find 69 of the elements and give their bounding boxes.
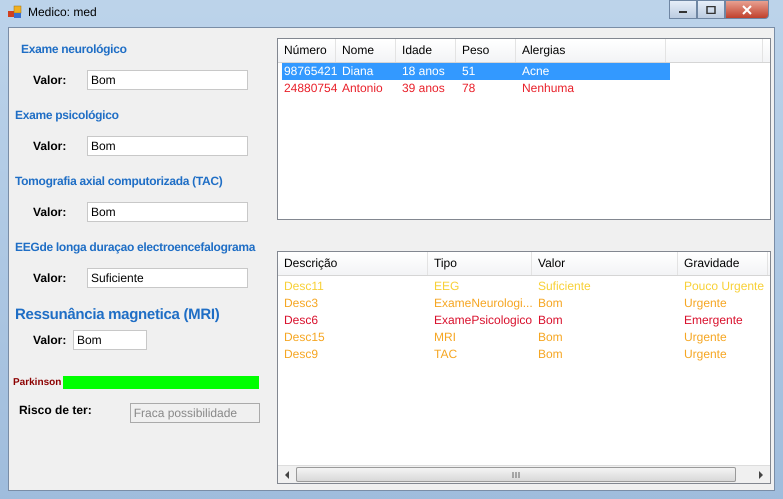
table-cell-text: Desc6 (283, 312, 320, 329)
section-heading: Exame neurológico (20, 42, 127, 56)
table-cell-text: Nenhuma (521, 80, 576, 97)
table-cell-text: Suficiente (537, 278, 592, 295)
window-title: Medico: med (28, 4, 97, 20)
minimize-button[interactable] (669, 0, 697, 19)
column-header[interactable]: Alergias (516, 39, 666, 62)
table-row[interactable]: 24880754 Antonio 39 anos 78 Nenhuma (282, 80, 670, 97)
table-cell-text: Urgente (683, 295, 728, 312)
table-cell-text: Desc15 (283, 329, 326, 346)
section-heading: EEGde longa duraçao electroencefalograma (14, 240, 256, 254)
table-cell-text: 39 anos (401, 80, 446, 97)
table-cell-text: MRI (433, 329, 457, 346)
column-header[interactable]: Gravidade (678, 252, 768, 275)
table-cell-text: Acne (521, 63, 550, 80)
maximize-button[interactable] (697, 0, 725, 19)
table-cell-text: ExamePsicologico (433, 312, 534, 329)
table-cell-text: Desc3 (283, 295, 320, 312)
risk-label: Risco de ter: (19, 403, 92, 417)
table-cell-text: 98765421 (283, 63, 338, 80)
disease-label: Parkinson (13, 377, 62, 388)
table-cell-text: Antonio (341, 80, 384, 97)
table-cell-text: 78 (461, 80, 476, 97)
table-cell-text: ExameNeurologi... (433, 295, 534, 312)
table-cell-text: Bom (537, 295, 564, 312)
section-heading: Ressunância magnetica (MRI) (14, 306, 220, 323)
column-header[interactable]: Tipo (428, 252, 532, 275)
close-button[interactable] (725, 0, 769, 19)
section-heading: Tomografia axial computorizada (TAC) (14, 174, 222, 188)
table-cell-text: Desc11 (283, 278, 325, 295)
table-cell-text: 24880754 (283, 80, 338, 97)
table-cell-text: 18 anos (401, 63, 446, 80)
scroll-left-icon[interactable] (284, 470, 290, 478)
value-field[interactable]: Bom (73, 330, 147, 350)
table-cell-text: EEG (433, 278, 460, 295)
table-cell-text: TAC (433, 346, 458, 363)
section-heading: Exame psicológico (14, 108, 119, 122)
value-field[interactable]: Bom (87, 70, 248, 90)
table-cell-text: Pouco Urgente (683, 278, 766, 295)
column-header[interactable]: Descrição (278, 252, 428, 275)
close-icon (742, 4, 752, 14)
table-cell-text: Bom (537, 346, 564, 363)
field-label: Valor: (33, 73, 68, 87)
table-cell-text: Emergente (683, 312, 744, 329)
column-header[interactable]: Nome (336, 39, 396, 62)
table-cell-text: Diana (341, 63, 374, 80)
value-field[interactable]: Bom (87, 202, 248, 222)
column-header[interactable]: Idade (396, 39, 456, 62)
column-header[interactable]: Número (278, 39, 336, 62)
scroll-right-icon[interactable] (758, 470, 764, 478)
value-field[interactable]: Bom (87, 136, 248, 156)
table-row[interactable]: Desc6 ExamePsicologico Bom Emergente (280, 312, 770, 329)
scroll-thumb[interactable] (296, 467, 736, 482)
horizontal-scrollbar[interactable] (278, 465, 770, 483)
value-field[interactable]: Suficiente (87, 268, 248, 288)
table-cell-text: Urgente (683, 329, 728, 346)
table-cell-text: Urgente (683, 346, 728, 363)
field-label: Valor: (33, 205, 68, 219)
table-cell-text: Bom (537, 312, 564, 329)
field-label: Valor: (33, 139, 68, 153)
column-header[interactable]: Valor (532, 252, 678, 275)
maximize-icon (706, 6, 716, 14)
table-cell-text: Desc9 (283, 346, 320, 363)
column-header[interactable]: Peso (456, 39, 516, 62)
app-icon (8, 5, 22, 19)
table-cell-text: Bom (537, 329, 564, 346)
field-label: Valor: (33, 271, 68, 285)
table-cell-text: 51 (461, 63, 476, 80)
field-label: Valor: (33, 333, 68, 347)
